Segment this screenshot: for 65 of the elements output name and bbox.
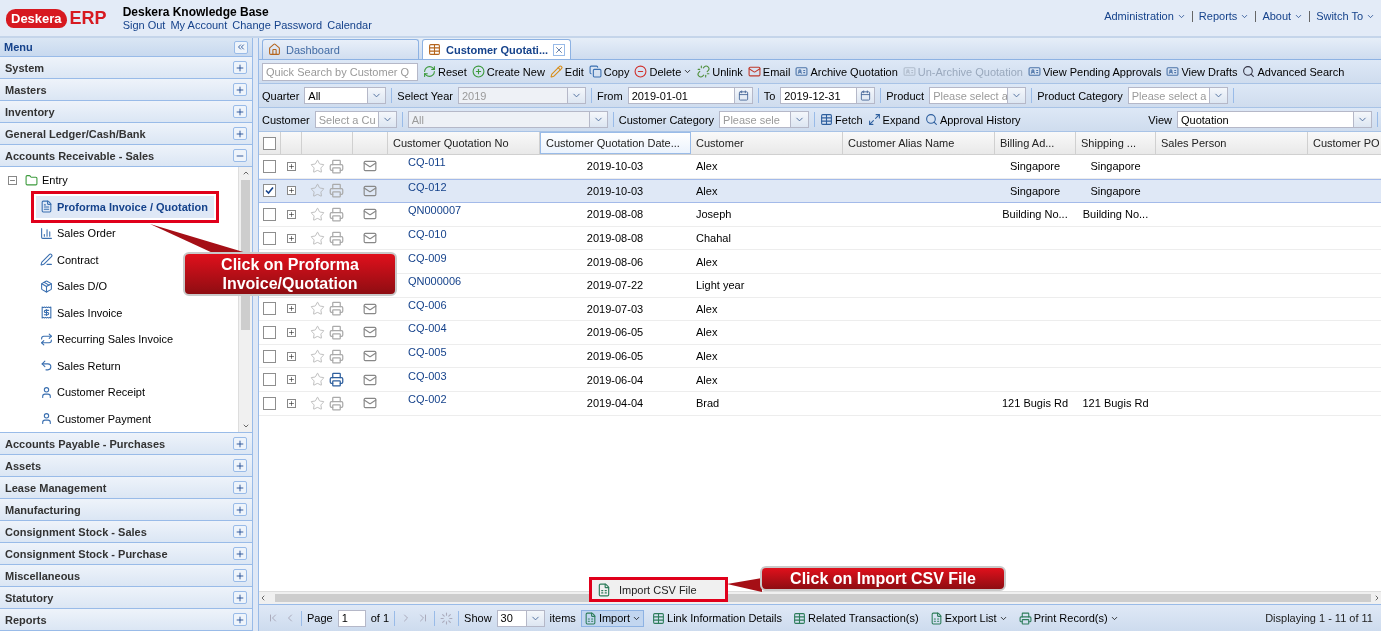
paging-label: Show <box>464 612 492 624</box>
table-cell: 121 Bugis Rd <box>1001 397 1068 410</box>
section-label: General Ledger/Cash/Bank <box>5 127 146 140</box>
callout-tooltip: Click on Proforma Invoice/Quotation <box>183 252 397 297</box>
table-cell: 2019-07-03 <box>586 302 644 315</box>
table-cell: 2019-08-06 <box>586 255 644 268</box>
table-cell: 2019-08-08 <box>586 232 644 245</box>
table-cell: 2019-06-04 <box>586 373 644 386</box>
logo: ERP <box>69 7 107 29</box>
field-label: Product Category <box>1037 89 1123 102</box>
field-label: Customer <box>262 113 310 126</box>
section-label: Statutory <box>5 591 54 604</box>
table-cell: Alex <box>696 160 718 173</box>
table-cell: Singapore <box>1090 160 1141 173</box>
section-label: Inventory <box>5 105 55 118</box>
table-cell: Alex <box>696 302 718 315</box>
table-cell: Alex <box>696 350 718 363</box>
table-cell: Singapore <box>1009 160 1061 173</box>
table-cell: 2019-10-03 <box>586 184 644 197</box>
section-label: Assets <box>5 459 42 472</box>
section-label: Consignment Stock - Sales <box>5 525 147 538</box>
table-cell: 2019-08-08 <box>586 208 644 221</box>
table-cell: Chahal <box>696 232 731 245</box>
section-label: Miscellaneous <box>5 569 81 582</box>
section-label: Lease Management <box>5 481 107 494</box>
field-label: Customer Category <box>618 113 715 126</box>
section-label: Masters <box>5 83 47 96</box>
section-label: Manufacturing <box>5 503 81 516</box>
tree-label: Entry <box>42 174 68 187</box>
table-cell: Singapore <box>1090 184 1141 197</box>
table-cell: 2019-06-05 <box>586 326 644 339</box>
section-label: Accounts Payable - Purchases <box>5 437 166 450</box>
app-title: Deskera Knowledge Base <box>122 5 270 19</box>
table-cell: Alex <box>696 326 718 339</box>
section-label: Reports <box>5 613 47 626</box>
table-cell: 2019-07-22 <box>586 279 644 292</box>
table-cell: Alex <box>696 373 718 386</box>
field-label: View <box>1148 113 1172 126</box>
table-cell: Alex <box>696 255 718 268</box>
table-cell: Building No... <box>1082 208 1149 221</box>
section-label: Accounts Receivable - Sales <box>5 149 155 162</box>
table-cell: Building No... <box>1002 208 1068 221</box>
table-cell: Brad <box>696 397 720 410</box>
table-cell: Light year <box>696 279 745 292</box>
status-text: Displaying 1 - 11 of 11 <box>1265 612 1373 624</box>
paging-label: of 1 <box>370 612 390 624</box>
section-label: Consignment Stock - Purchase <box>5 547 168 560</box>
field-label: From <box>596 89 623 102</box>
field-label: Product <box>886 89 925 102</box>
paging-label: items <box>549 612 576 624</box>
table-cell: 2019-06-05 <box>586 350 644 363</box>
callout-tooltip: Click on Import CSV File <box>760 566 1006 592</box>
table-cell: Singapore <box>1009 184 1061 197</box>
paging-label: Page <box>307 612 333 624</box>
table-cell: 2019-10-03 <box>586 160 644 173</box>
logo: Deskera <box>6 8 67 28</box>
table-cell: 2019-04-04 <box>586 397 644 410</box>
field-label: To <box>763 89 776 102</box>
section-label: System <box>5 61 45 74</box>
table-cell: Alex <box>696 184 718 197</box>
panel-title: Menu <box>4 41 33 53</box>
field-label: Select Year <box>397 89 453 102</box>
table-cell: 121 Bugis Rd <box>1082 397 1149 410</box>
field-label: Quarter <box>262 89 300 102</box>
table-cell: Joseph <box>696 208 732 221</box>
